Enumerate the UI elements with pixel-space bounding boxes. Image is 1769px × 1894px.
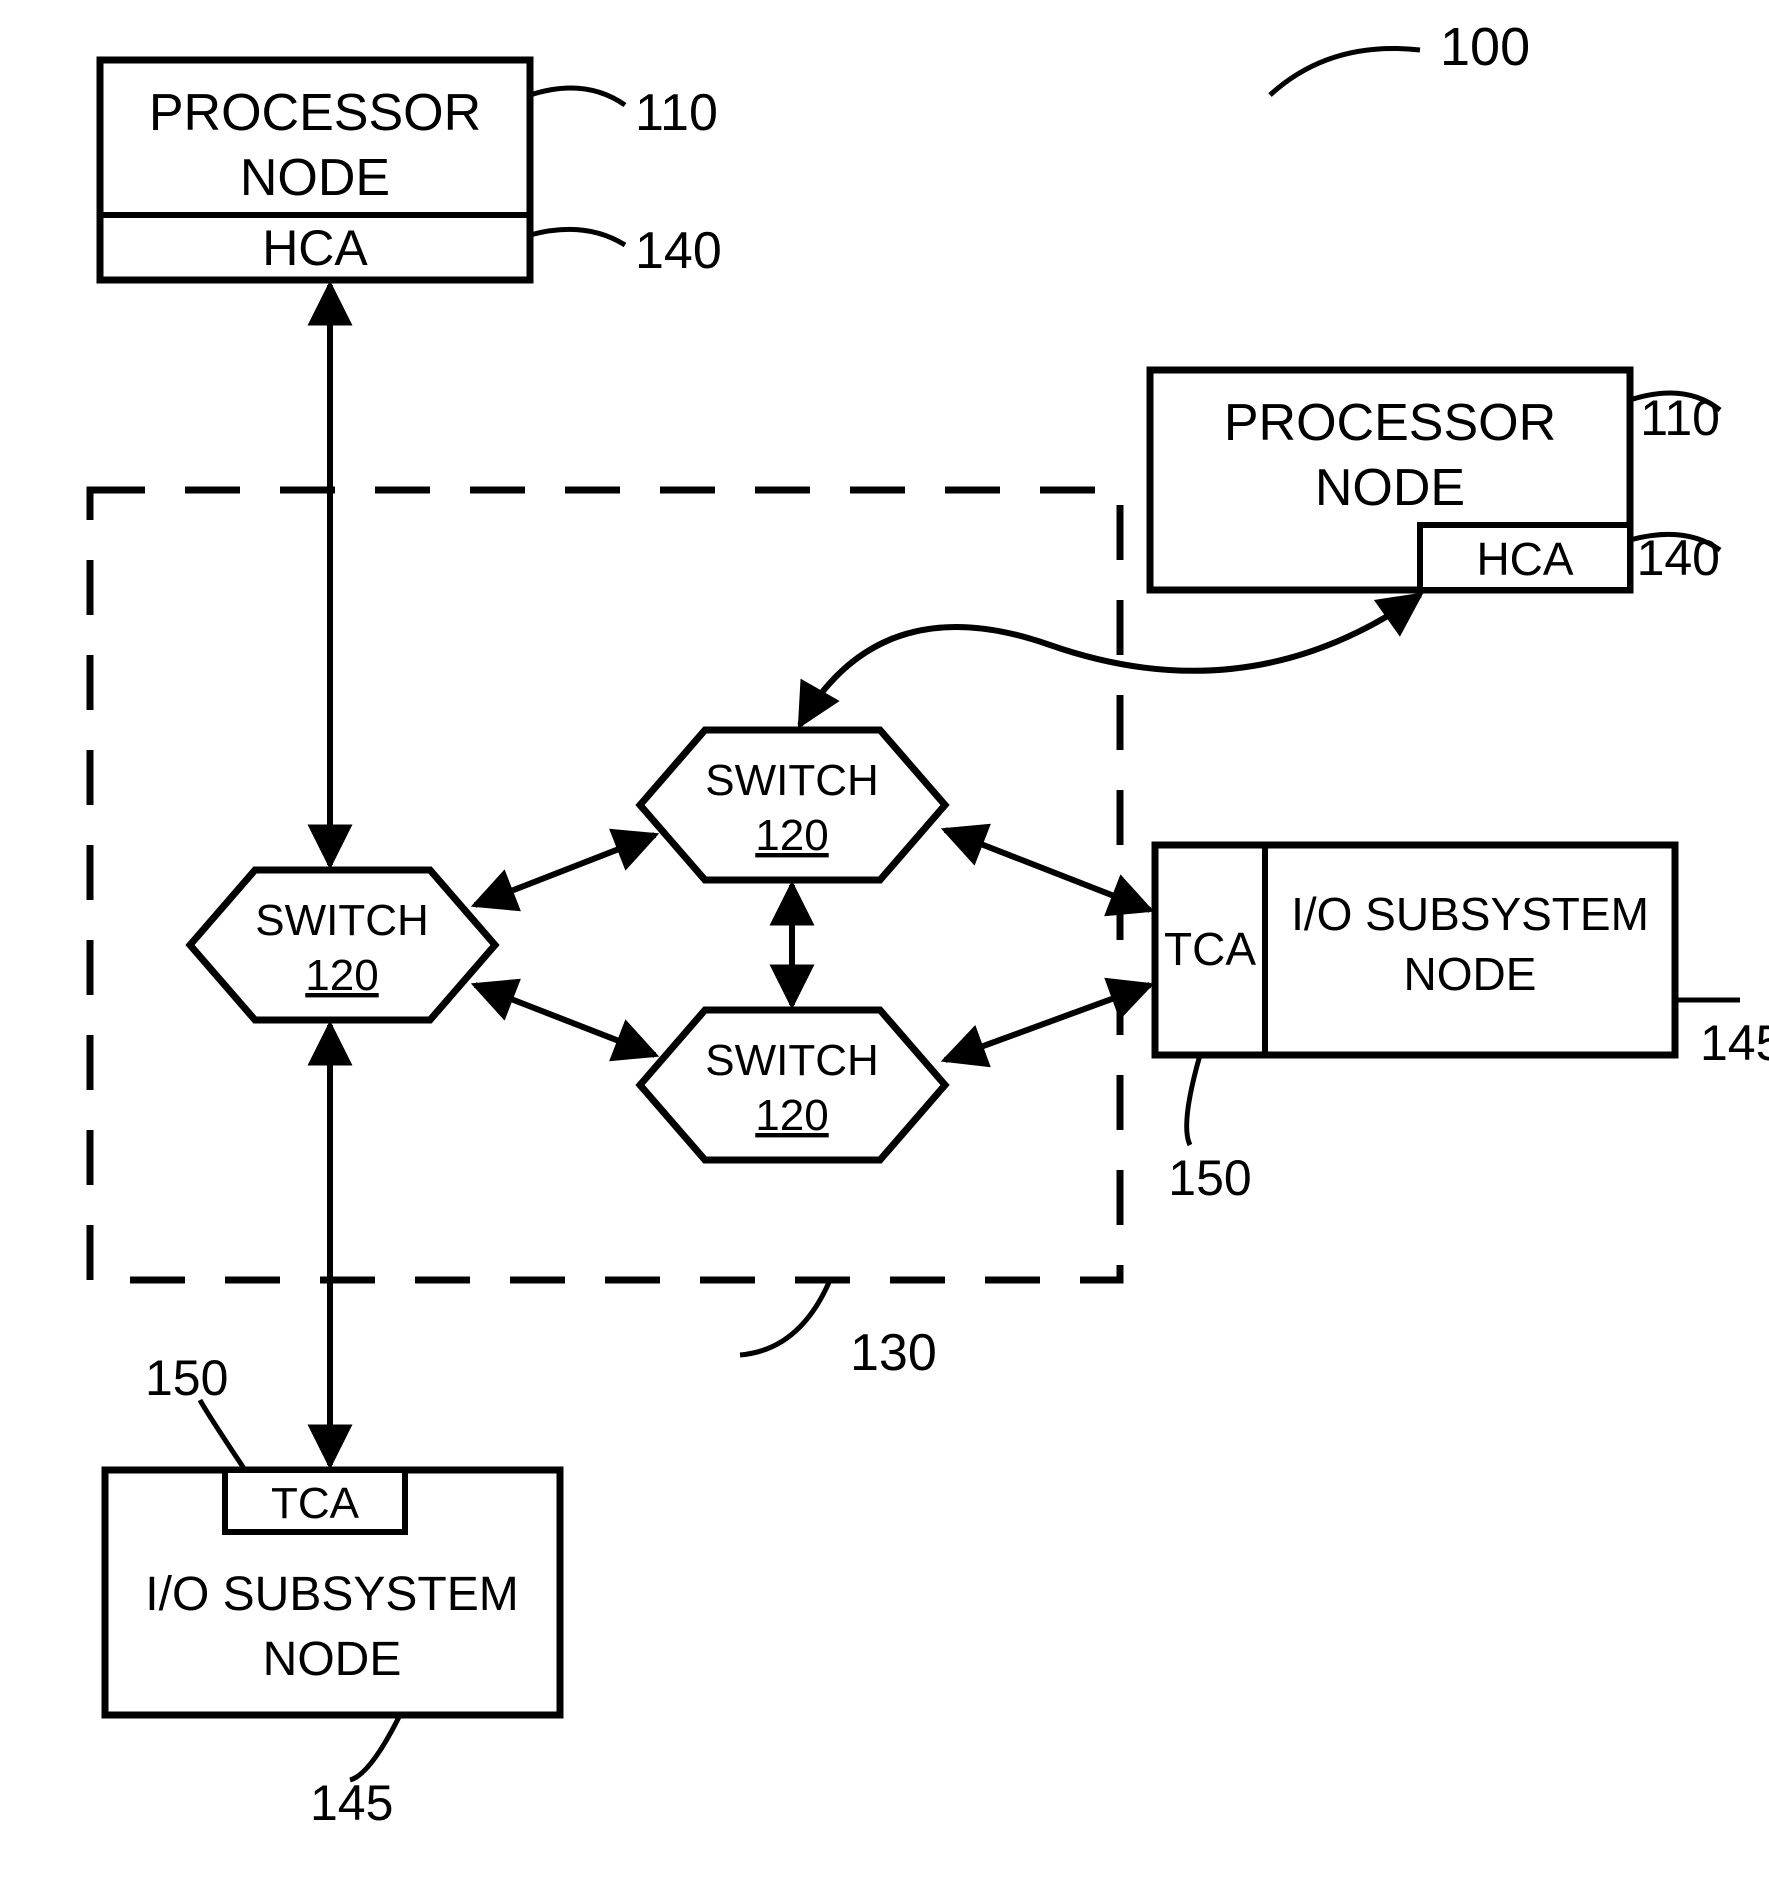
ref-100-text: 100 [1440,17,1530,77]
switch-bot-label: SWITCH [705,1036,879,1085]
link-hca-right-to-switch-top [800,595,1420,725]
switch-left: SWITCH 120 [190,870,495,1020]
figure-ref-100: 100 [1270,17,1530,95]
io-node-right: TCA I/O SUBSYSTEM NODE 145 150 [1155,845,1769,1206]
switch-top-ref: 120 [755,811,828,860]
ref-145-right: 145 [1700,1015,1769,1071]
hca-right-label: HCA [1476,533,1573,585]
proc-node-right-l2: NODE [1315,459,1465,517]
switch-bot-ref: 120 [755,1091,828,1140]
io-bottom-l2: NODE [263,1633,402,1686]
proc-node-top-l1: PROCESSOR [149,84,481,142]
tca-bottom-label: TCA [271,1479,360,1528]
ref-130: 130 [850,1324,937,1382]
tca-right-label: TCA [1164,923,1256,975]
ref-110-top: 110 [635,84,718,142]
link-switch-left-to-switch-bottom [475,985,655,1055]
switch-left-label: SWITCH [255,896,429,945]
switch-left-ref: 120 [305,951,378,1000]
processor-node-right: PROCESSOR NODE HCA 110 140 [1150,370,1720,590]
ref-110-right: 110 [1640,390,1720,446]
switch-top: SWITCH 120 [640,730,945,880]
link-switch-left-to-switch-top [475,835,655,905]
figure-diagram: 100 PROCESSOR NODE HCA 110 140 PROCESSOR… [0,0,1769,1894]
ref-140-top: 140 [635,222,722,280]
ref-145-bottom: 145 [310,1775,393,1831]
ref-150-bottom: 150 [145,1350,228,1406]
processor-node-top: PROCESSOR NODE HCA 110 140 [100,60,722,280]
ref-140-right: 140 [1637,530,1720,586]
proc-node-right-l1: PROCESSOR [1224,394,1556,452]
hca-top-label: HCA [262,220,368,276]
io-right-l1: I/O SUBSYSTEM [1291,888,1649,940]
io-right-l2: NODE [1404,948,1537,1000]
ref-150-right: 150 [1168,1150,1251,1206]
switch-top-label: SWITCH [705,756,879,805]
io-bottom-l1: I/O SUBSYSTEM [145,1568,518,1621]
proc-node-top-l2: NODE [240,149,390,207]
switch-bottom: SWITCH 120 [640,1010,945,1160]
